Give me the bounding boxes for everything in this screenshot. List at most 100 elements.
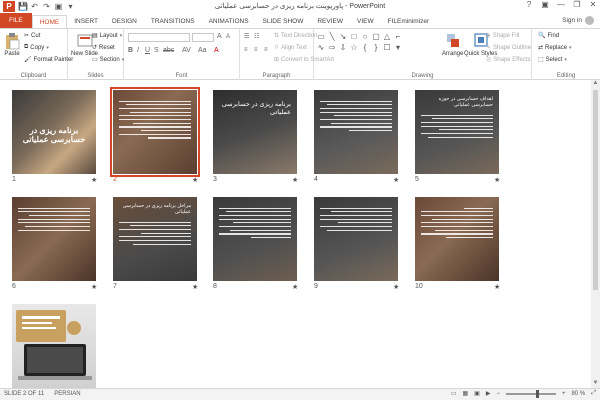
line-shape-icon[interactable]: ╲ <box>327 32 337 42</box>
underline-icon[interactable]: U <box>145 47 150 54</box>
text-direction-button[interactable]: ⇅ Text Direction <box>274 32 317 40</box>
shrink-font-icon[interactable]: A <box>226 34 230 40</box>
slide-thumbnail-6[interactable] <box>12 197 96 281</box>
shape-fill-button[interactable]: ◈ Shape Fill <box>486 32 519 40</box>
scroll-up-icon[interactable]: ▲ <box>591 80 600 88</box>
reading-view-icon[interactable]: ▣ <box>474 390 480 397</box>
slide-thumbnail-3[interactable]: برنامه ریزی در حسابرسی عملیاتی <box>213 90 297 174</box>
zoom-level[interactable]: 80 % <box>572 391 586 397</box>
arrow-shape-icon[interactable]: ↘ <box>338 32 348 42</box>
vertical-scrollbar[interactable]: ▲ ▼ <box>591 80 600 388</box>
down-arrow-shape-icon[interactable]: ⇩ <box>338 43 348 53</box>
sign-in-label[interactable]: Sign in <box>562 17 582 24</box>
text-box-shape-icon[interactable]: ▭ <box>316 32 326 42</box>
transition-star-icon[interactable]: ★ <box>192 283 198 291</box>
rounded-rect-shape-icon[interactable]: ▢ <box>371 32 381 42</box>
scroll-thumb[interactable] <box>593 90 598 290</box>
transition-star-icon[interactable]: ★ <box>494 176 500 184</box>
close-icon[interactable]: ✕ <box>588 0 598 9</box>
brace-right-shape-icon[interactable]: } <box>371 43 381 53</box>
normal-view-icon[interactable]: ▭ <box>451 390 457 397</box>
character-spacing-icon[interactable]: AV <box>182 47 191 54</box>
slide-thumbnail-7[interactable]: مراحل برنامه ریزی در حسابرسی عملیاتی <box>113 197 197 281</box>
slide-sorter-view-icon[interactable]: ▦ <box>463 390 469 397</box>
font-size-input[interactable] <box>192 33 214 42</box>
slide-thumbnail-2[interactable] <box>110 87 200 177</box>
tab-design[interactable]: DESIGN <box>105 15 144 28</box>
change-case-icon[interactable]: Aa <box>198 47 207 54</box>
italic-icon[interactable]: I <box>137 47 139 54</box>
more-shapes-icon[interactable]: ▾ <box>393 43 403 53</box>
curve-shape-icon[interactable]: ∿ <box>316 43 326 53</box>
align-center-icon[interactable]: ≡ <box>254 47 258 53</box>
transition-star-icon[interactable]: ★ <box>292 283 298 291</box>
triangle-shape-icon[interactable]: △ <box>382 32 392 42</box>
scroll-down-icon[interactable]: ▼ <box>591 380 600 388</box>
slide-thumbnail-5[interactable]: اهداف حسابرسی در حوزه حسابرسی عملیاتی <box>415 90 499 174</box>
callout-shape-icon[interactable]: ☐ <box>382 43 392 53</box>
bold-icon[interactable]: B <box>128 47 133 54</box>
copy-button[interactable]: ⧉ Copy ▾ <box>24 44 49 51</box>
transition-star-icon[interactable]: ★ <box>494 283 500 291</box>
slide-thumbnail-4[interactable] <box>314 90 398 174</box>
replace-button[interactable]: ⇄ Replace ▾ <box>538 44 572 52</box>
star-shape-icon[interactable]: ☆ <box>349 43 359 53</box>
slide-thumbnail-1[interactable]: برنامه ریزی در حسابرسی عملیاتی <box>12 90 96 174</box>
bullets-icon[interactable]: ☰ <box>244 33 249 40</box>
shape-effects-button[interactable]: ◎ Shape Effects <box>486 56 531 64</box>
transition-star-icon[interactable]: ★ <box>292 176 298 184</box>
align-text-button[interactable]: ⇳ Align Text <box>274 44 307 52</box>
shadow-icon[interactable]: S <box>154 47 159 54</box>
tab-insert[interactable]: INSERT <box>67 15 105 28</box>
ribbon-display-icon[interactable]: ▣ <box>540 0 550 9</box>
align-right-icon[interactable]: ≡ <box>264 47 268 53</box>
slide-thumbnail-9[interactable] <box>314 197 398 281</box>
sign-in[interactable]: Sign in <box>562 16 594 25</box>
format-painter-button[interactable]: 🖌 Format Painter <box>24 56 73 64</box>
transition-star-icon[interactable]: ★ <box>91 283 97 291</box>
slide-thumbnail-11[interactable] <box>12 304 96 388</box>
zoom-slider[interactable] <box>505 389 556 398</box>
zoom-in-icon[interactable]: + <box>562 391 566 397</box>
language-status[interactable]: PERSIAN <box>54 391 80 397</box>
brace-shape-icon[interactable]: { <box>360 43 370 53</box>
tab-view[interactable]: VIEW <box>350 15 381 28</box>
shape-outline-button[interactable]: ✎ Shape Outline <box>486 44 531 52</box>
oval-shape-icon[interactable]: ○ <box>360 32 370 42</box>
cut-button[interactable]: ✂ Cut <box>24 32 40 40</box>
slideshow-view-icon[interactable]: ▶ <box>486 390 491 397</box>
restore-icon[interactable]: ❐ <box>572 0 582 9</box>
tab-animations[interactable]: ANIMATIONS <box>202 15 256 28</box>
rectangle-shape-icon[interactable]: □ <box>349 32 359 42</box>
tab-transitions[interactable]: TRANSITIONS <box>144 15 202 28</box>
numbering-icon[interactable]: ☷ <box>254 33 259 40</box>
transition-star-icon[interactable]: ★ <box>393 176 399 184</box>
tab-home[interactable]: HOME <box>31 15 68 28</box>
minimize-icon[interactable]: — <box>556 0 566 9</box>
slide-thumbnail-8[interactable] <box>213 197 297 281</box>
strikethrough-icon[interactable]: abc <box>163 47 174 54</box>
shapes-gallery[interactable]: ▭ ╲ ↘ □ ○ ▢ △ ⌐ ∿ ⇨ ⇩ ☆ { } ☐ ▾ <box>316 32 404 68</box>
elbow-connector-shape-icon[interactable]: ⌐ <box>393 32 403 42</box>
right-arrow-shape-icon[interactable]: ⇨ <box>327 43 337 53</box>
fit-to-window-icon[interactable]: ⤢ <box>591 390 596 397</box>
zoom-out-icon[interactable]: − <box>496 391 500 397</box>
tab-review[interactable]: REVIEW <box>310 15 350 28</box>
section-button[interactable]: ▭ Section ▾ <box>92 56 124 64</box>
font-color-icon[interactable]: A <box>214 47 219 54</box>
find-button[interactable]: 🔍 Find <box>538 32 559 40</box>
layout-button[interactable]: ▤ Layout ▾ <box>92 32 122 40</box>
reset-button[interactable]: ↺ Reset <box>92 44 115 52</box>
paste-button[interactable]: Paste <box>4 32 20 57</box>
arrange-button[interactable]: Arrange <box>442 32 463 57</box>
help-icon[interactable]: ? <box>524 0 534 9</box>
align-left-icon[interactable]: ≡ <box>244 47 248 53</box>
tab-slide-show[interactable]: SLIDE SHOW <box>256 15 311 28</box>
font-name-input[interactable] <box>128 33 190 42</box>
grow-font-icon[interactable]: A <box>217 33 222 40</box>
transition-star-icon[interactable]: ★ <box>192 176 198 184</box>
select-button[interactable]: ⬚ Select ▾ <box>538 56 567 64</box>
transition-star-icon[interactable]: ★ <box>91 176 97 184</box>
tab-fileminimizer[interactable]: FILEminimizer <box>381 15 437 28</box>
tab-file[interactable]: FILE <box>0 13 32 28</box>
